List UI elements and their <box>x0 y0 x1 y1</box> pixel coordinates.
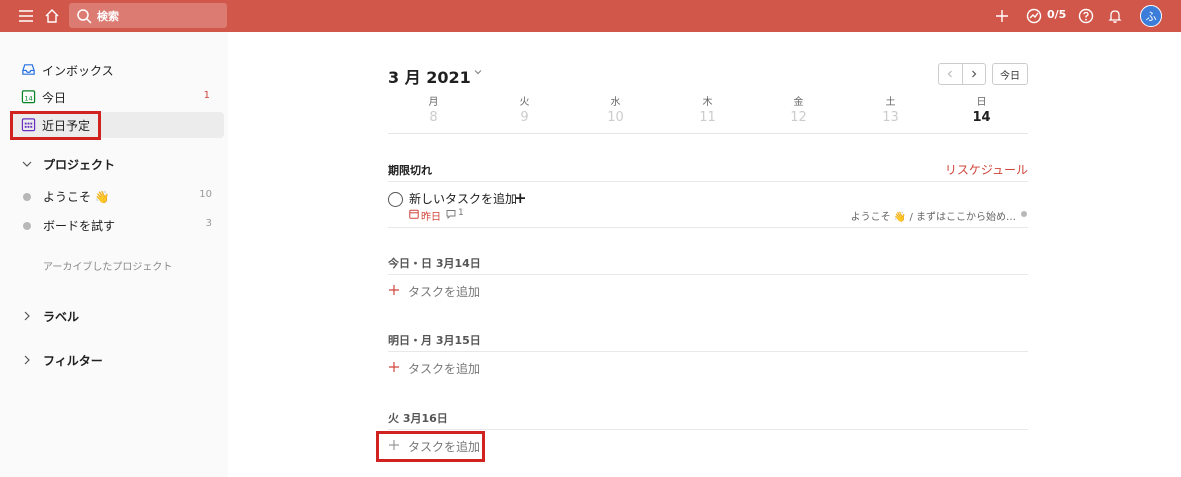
help-icon[interactable] <box>1076 6 1096 26</box>
add-task-button[interactable]: タスクを追加 <box>388 280 508 302</box>
sidebar-item-inbox[interactable]: インボックス <box>12 57 224 83</box>
archived-projects-link[interactable]: アーカイブしたプロジェクト <box>43 258 172 273</box>
search-placeholder: 検索 <box>97 10 119 23</box>
today-button[interactable]: 今日 <box>992 63 1028 85</box>
sidebar-item-label: 今日 <box>42 91 67 105</box>
project-label: ボードを試す <box>43 219 116 233</box>
project-color-dot <box>23 222 31 230</box>
day-section-header: 火 3月16日 <box>388 408 1028 430</box>
search-icon <box>77 9 92 24</box>
task-title[interactable]: 新しいタスクを追加 <box>409 190 517 207</box>
sidebar-item-upcoming[interactable]: 近日予定 <box>12 112 224 138</box>
chevron-left-icon <box>948 70 953 78</box>
karma-count[interactable]: 0/5 <box>1047 8 1066 21</box>
week-day-strip: 月8 火9 水 10 木 11 金 12 土 13 日 14 <box>388 96 1028 134</box>
productivity-icon[interactable] <box>1024 6 1044 26</box>
project-count: 10 <box>199 189 212 200</box>
plus-icon <box>389 440 399 450</box>
chevron-right-icon <box>24 355 30 365</box>
project-color-dot <box>1021 211 1027 217</box>
inbox-icon <box>22 64 35 75</box>
home-icon[interactable] <box>42 6 62 26</box>
avatar[interactable]: ふ <box>1140 5 1162 27</box>
calendar-icon <box>409 209 419 219</box>
task-item[interactable]: 新しいタスクを追加 + 昨日 1 ようこそ 👋 / まずはここから始め… <box>388 186 1028 228</box>
chevron-right-icon <box>972 70 977 78</box>
add-subtask-icon[interactable]: + <box>514 191 527 206</box>
overdue-section-header: 期限切れ リスケジュール <box>388 160 1028 182</box>
task-project-path[interactable]: ようこそ 👋 / まずはここから始め… <box>851 208 1016 223</box>
chevron-down-icon[interactable] <box>472 66 484 78</box>
sidebar-item-label: 近日予定 <box>42 119 91 133</box>
today-count: 1 <box>203 90 210 101</box>
day-column[interactable]: 火9 <box>479 96 570 126</box>
previous-week-button[interactable] <box>939 64 962 84</box>
overdue-title: 期限切れ <box>388 164 432 177</box>
day-section-header: 明日・月 3月15日 <box>388 330 1028 352</box>
month-title[interactable]: 3 月 2021 <box>388 64 471 88</box>
sidebar: インボックス 14 今日 1 近日予定 プロジェクト ようこそ 👋 10 ボード… <box>0 32 228 477</box>
day-column-current[interactable]: 日 14 <box>936 96 1027 126</box>
day-column[interactable]: 水 10 <box>570 96 661 126</box>
week-navigation <box>938 63 986 85</box>
comment-icon <box>446 210 456 219</box>
day-column[interactable]: 木 11 <box>662 96 753 126</box>
day-column[interactable]: 月8 <box>388 96 479 126</box>
chevron-right-icon <box>24 311 30 321</box>
top-bar: 検索 0/5 ふ <box>0 0 1181 32</box>
sidebar-item-label: インボックス <box>42 64 114 78</box>
calendar-today-icon: 14 <box>21 90 36 104</box>
day-column[interactable]: 土 13 <box>845 96 936 126</box>
search-input[interactable]: 検索 <box>69 3 227 28</box>
project-item-welcome[interactable]: ようこそ 👋 10 <box>12 184 224 208</box>
day-section-title: 火 3月16日 <box>388 412 448 425</box>
project-label: ようこそ 👋 <box>43 190 110 204</box>
next-week-button[interactable] <box>961 64 985 84</box>
task-due-date[interactable]: 昨日 <box>421 208 441 223</box>
day-column[interactable]: 金 12 <box>753 96 844 126</box>
plus-icon <box>389 362 399 372</box>
reschedule-button[interactable]: リスケジュール <box>945 161 1028 178</box>
day-section-title: 明日・月 3月15日 <box>388 334 481 347</box>
task-comment-count[interactable]: 1 <box>458 208 464 218</box>
menu-icon[interactable] <box>16 6 36 26</box>
project-item-board[interactable]: ボードを試す 3 <box>12 213 224 237</box>
add-icon[interactable] <box>992 6 1012 26</box>
add-task-button[interactable]: タスクを追加 <box>388 435 508 457</box>
day-section-title: 今日・日 3月14日 <box>388 257 481 270</box>
calendar-upcoming-icon <box>21 118 36 132</box>
sidebar-item-today[interactable]: 14 今日 1 <box>12 84 224 110</box>
project-count: 3 <box>205 218 212 229</box>
bell-icon[interactable] <box>1105 6 1125 26</box>
plus-icon <box>389 285 399 295</box>
svg-text:14: 14 <box>24 94 32 102</box>
day-section-header: 今日・日 3月14日 <box>388 253 1028 275</box>
project-color-dot <box>23 193 31 201</box>
add-task-button[interactable]: タスクを追加 <box>388 357 508 379</box>
chevron-down-icon <box>22 161 32 167</box>
task-checkbox[interactable] <box>388 192 403 207</box>
